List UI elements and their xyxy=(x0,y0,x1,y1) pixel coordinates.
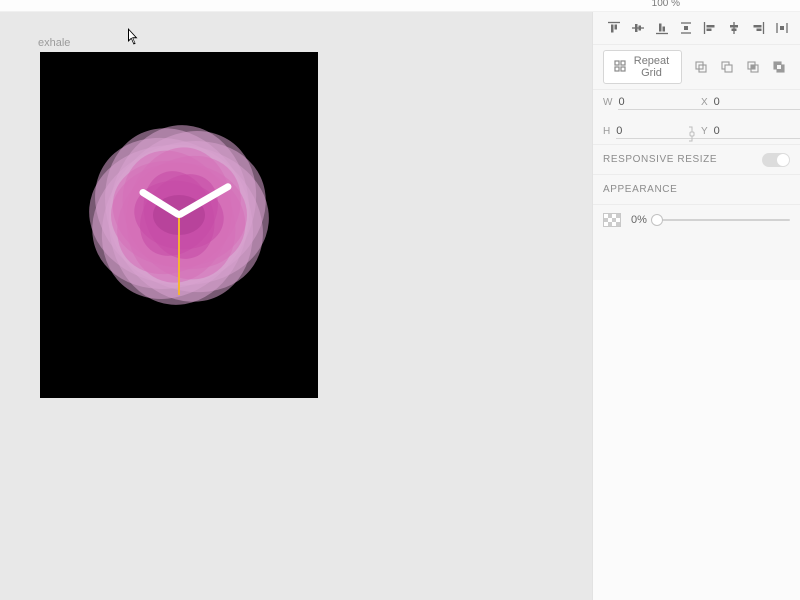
properties-panel: Repeat Grid W X H Y RESPONSIVE RESIZE xyxy=(592,12,800,600)
repeat-grid-button[interactable]: Repeat Grid xyxy=(603,50,682,84)
x-field: X xyxy=(701,95,781,110)
width-field: W xyxy=(603,95,683,110)
responsive-resize-header: RESPONSIVE RESIZE xyxy=(593,145,800,175)
responsive-resize-toggle[interactable] xyxy=(762,153,790,167)
horizontal-align-group xyxy=(699,17,793,39)
artboard-label[interactable]: exhale xyxy=(38,37,70,49)
height-field: H xyxy=(603,124,683,139)
alignment-row xyxy=(593,12,800,45)
repeat-grid-row: Repeat Grid xyxy=(593,45,800,90)
opacity-value[interactable]: 0% xyxy=(631,214,647,226)
transform-row: W X H Y xyxy=(593,90,800,145)
opacity-slider-thumb[interactable] xyxy=(651,214,663,226)
mouse-cursor-icon xyxy=(128,28,140,46)
boolean-intersect-icon[interactable] xyxy=(742,56,764,78)
y-field: Y xyxy=(701,124,781,139)
opacity-row: 0% xyxy=(593,205,800,235)
appearance-label: APPEARANCE xyxy=(603,184,677,195)
height-label: H xyxy=(603,126,610,137)
align-right-icon[interactable] xyxy=(747,17,769,39)
boolean-exclude-icon[interactable] xyxy=(768,56,790,78)
align-top-icon[interactable] xyxy=(603,17,625,39)
flower-clock-graphic[interactable] xyxy=(79,115,279,315)
panel-empty-area xyxy=(593,280,800,600)
align-horizontal-middle-icon[interactable] xyxy=(723,17,745,39)
repeat-grid-label: Repeat Grid xyxy=(632,55,671,79)
x-input[interactable] xyxy=(714,95,800,110)
responsive-resize-label: RESPONSIVE RESIZE xyxy=(603,154,717,165)
distribute-vertical-icon[interactable] xyxy=(675,17,697,39)
distribute-horizontal-icon[interactable] xyxy=(771,17,793,39)
appearance-header: APPEARANCE xyxy=(593,175,800,205)
zoom-level[interactable]: 100 % xyxy=(652,0,680,9)
width-label: W xyxy=(603,97,612,108)
app-top-ribbon: 100 % xyxy=(0,0,800,12)
y-label: Y xyxy=(701,126,708,137)
opacity-slider[interactable] xyxy=(657,213,790,227)
boolean-union-icon[interactable] xyxy=(690,56,712,78)
canvas-area[interactable]: exhale xyxy=(0,12,592,600)
y-input[interactable] xyxy=(714,124,800,139)
opacity-slider-track xyxy=(657,219,790,221)
vertical-align-group xyxy=(603,17,697,39)
align-bottom-icon[interactable] xyxy=(651,17,673,39)
artboard[interactable] xyxy=(40,52,318,398)
boolean-subtract-icon[interactable] xyxy=(716,56,738,78)
transparency-chip-icon xyxy=(603,213,621,227)
align-left-icon[interactable] xyxy=(699,17,721,39)
align-vertical-middle-icon[interactable] xyxy=(627,17,649,39)
grid-icon xyxy=(614,60,626,75)
x-label: X xyxy=(701,97,708,108)
lock-aspect-icon[interactable] xyxy=(687,126,697,145)
boolean-ops-group xyxy=(690,56,790,78)
